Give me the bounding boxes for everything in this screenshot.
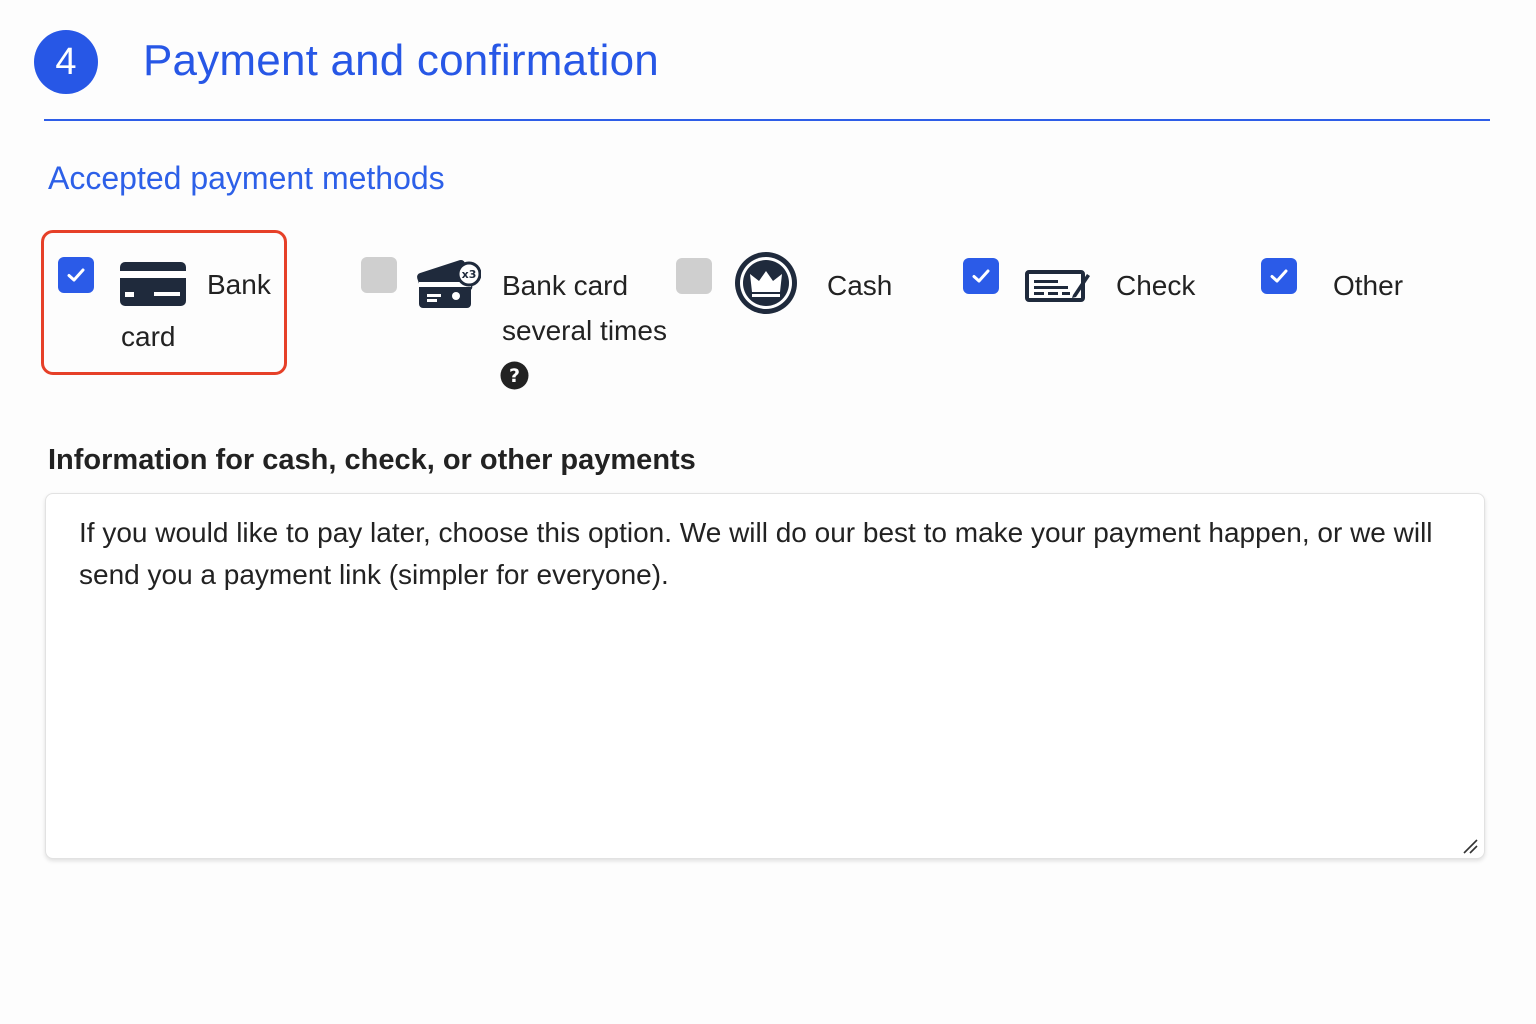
check-payment-icon [1025,270,1090,302]
checkmark-icon [972,269,990,283]
section-divider [44,119,1490,121]
checkmark-icon [67,268,85,282]
svg-text:x3: x3 [462,268,477,281]
step-number: 4 [55,40,77,83]
credit-card-icon [120,262,186,306]
bank-card-label-line1: Bank [207,269,271,300]
bank-card-installments-label-line2: several times [502,315,667,346]
payment-section: 4 Payment and confirmation Accepted paym… [0,0,1536,1024]
checkmark-icon [1270,269,1288,283]
bank-card-installments-label-line1: Bank card [502,270,629,301]
check-checkbox[interactable] [963,258,999,294]
cash-checkbox[interactable] [676,258,712,294]
bank-card-label-line2: card [121,321,176,352]
payment-info-textarea[interactable]: If you would like to pay later, choose t… [45,493,1485,859]
payment-info-label: Information for cash, check, or other pa… [48,444,696,476]
other-label: Other [1333,270,1404,301]
cash-label: Cash [827,270,893,301]
payment-info-text: If you would like to pay later, choose t… [79,517,1433,590]
bank-card-checkbox[interactable] [58,257,94,293]
card-installments-icon: x3 [417,259,481,308]
cash-coin-icon [735,252,797,314]
help-question-icon[interactable]: ? [500,361,529,390]
bank-card-installments-checkbox[interactable] [361,257,397,293]
payment-methods-heading: Accepted payment methods [48,160,445,196]
other-checkbox[interactable] [1261,258,1297,294]
resize-handle-icon[interactable] [1462,838,1478,854]
check-label: Check [1116,270,1196,301]
svg-text:?: ? [509,365,520,387]
step-number-badge: 4 [34,30,98,94]
section-title: Payment and confirmation [143,36,659,85]
